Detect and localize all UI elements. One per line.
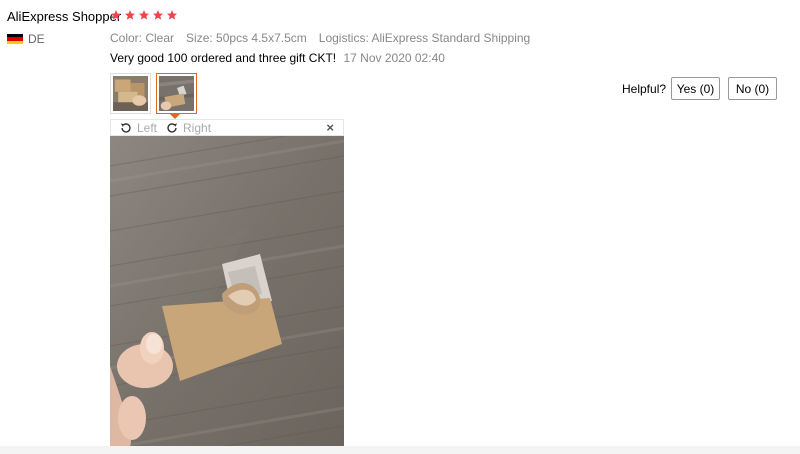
review-photo-image bbox=[110, 136, 344, 446]
thumbnail-image bbox=[159, 76, 194, 111]
order-attributes: Color: Clear Size: 50pcs 4.5x7.5cm Logis… bbox=[110, 31, 530, 45]
country-code: DE bbox=[28, 32, 45, 46]
star-icon bbox=[167, 10, 177, 20]
page-bottom-strip bbox=[0, 446, 800, 454]
review-date: 17 Nov 2020 02:40 bbox=[343, 51, 445, 65]
germany-flag-icon bbox=[7, 34, 23, 44]
star-icon bbox=[153, 10, 163, 20]
review-photo-thumbnails bbox=[110, 73, 197, 114]
rotate-left-label: Left bbox=[137, 120, 158, 135]
review-text: Very good 100 ordered and three gift CKT… bbox=[110, 51, 337, 65]
rotate-left-icon bbox=[120, 122, 131, 133]
review-content: Very good 100 ordered and three gift CKT… bbox=[110, 51, 445, 65]
rotate-left-button[interactable]: Left bbox=[119, 121, 157, 135]
helpful-yes-button[interactable]: Yes (0) bbox=[671, 77, 720, 100]
rotate-right-button[interactable]: Right bbox=[165, 121, 211, 135]
helpful-label: Helpful? bbox=[622, 82, 667, 96]
photo-thumbnail-selected[interactable] bbox=[156, 73, 197, 114]
color-attribute: Color: Clear bbox=[110, 31, 175, 45]
review-photo-large bbox=[110, 136, 344, 446]
rotate-right-label: Right bbox=[183, 120, 212, 135]
rotate-right-icon bbox=[167, 122, 178, 133]
reviewer-country: DE bbox=[7, 32, 45, 46]
helpful-no-button[interactable]: No (0) bbox=[728, 77, 777, 100]
rating-stars bbox=[110, 9, 178, 21]
reviewer-name: AliExpress Shopper bbox=[7, 9, 122, 24]
star-icon bbox=[139, 10, 149, 20]
star-icon bbox=[125, 10, 135, 20]
thumbnail-image bbox=[113, 76, 148, 111]
size-attribute: Size: 50pcs 4.5x7.5cm bbox=[186, 31, 307, 45]
logistics-attribute: Logistics: AliExpress Standard Shipping bbox=[318, 31, 531, 45]
star-icon bbox=[111, 10, 121, 20]
photo-viewer-toolbar: Left Right × bbox=[110, 119, 344, 136]
photo-thumbnail[interactable] bbox=[110, 73, 151, 114]
close-icon[interactable]: × bbox=[326, 120, 334, 135]
